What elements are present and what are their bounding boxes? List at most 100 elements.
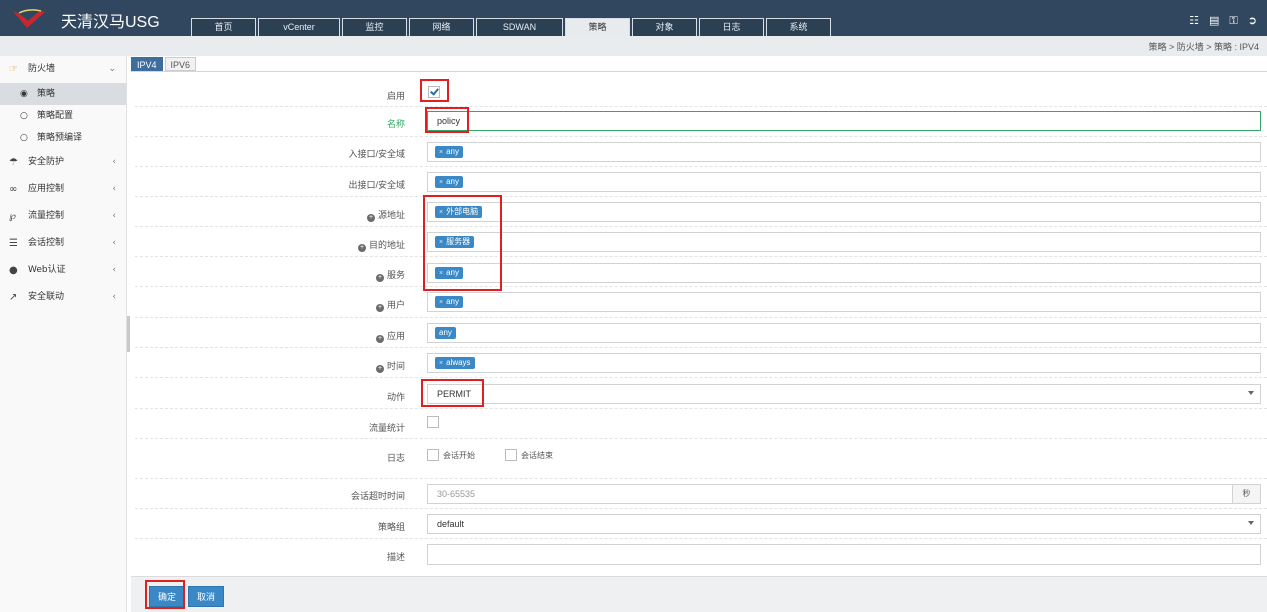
tag-label: always bbox=[446, 358, 471, 367]
sidebar-item-security-linkage[interactable]: ↗ 安全联动 ‹ bbox=[0, 284, 126, 311]
time-tag[interactable]: × always bbox=[435, 357, 475, 369]
tab-divider bbox=[131, 71, 1267, 72]
logout-icon[interactable]: ➲ bbox=[1248, 15, 1257, 27]
src-addr-label-text: 源地址 bbox=[377, 210, 405, 220]
plus-icon[interactable]: + bbox=[357, 244, 366, 252]
sidebar: ☞ 防火墙 ⌄ ◉ 策略 ○ 策略配置 ○ 策略预编译 ☂ 安全防护 ‹ ∞ 应… bbox=[0, 56, 127, 612]
egress-tag[interactable]: × any bbox=[435, 176, 463, 188]
sidebar-item-firewall[interactable]: ☞ 防火墙 ⌄ bbox=[0, 56, 126, 83]
tab-network[interactable]: 网络 bbox=[409, 18, 474, 36]
row-session-timeout: 会话超时时间 30-65535 秒 bbox=[135, 479, 1267, 509]
tab-home[interactable]: 首页 bbox=[191, 18, 256, 36]
main-nav: 首页 vCenter 监控 网络 SDWAN 策略 对象 日志 系统 bbox=[191, 18, 833, 36]
sidebar-subitem-policy[interactable]: ◉ 策略 bbox=[0, 83, 126, 105]
chevron-left-icon: ‹ bbox=[112, 211, 116, 221]
row-enable: 启用 bbox=[135, 78, 1267, 107]
radio-icon: ○ bbox=[20, 111, 28, 121]
user-label: + 用户 bbox=[375, 298, 405, 312]
ingress-label: 入接口/安全域 bbox=[348, 149, 405, 159]
name-input[interactable]: policy bbox=[427, 111, 1261, 131]
save-icon[interactable]: ▤ bbox=[1209, 15, 1219, 27]
row-action: 动作 PERMIT bbox=[135, 378, 1267, 409]
app-label-text: 应用 bbox=[386, 331, 405, 341]
tab-policy[interactable]: 策略 bbox=[565, 18, 630, 36]
plus-icon[interactable]: + bbox=[375, 304, 384, 312]
radio-icon: ○ bbox=[20, 133, 28, 143]
ingress-input[interactable]: × any bbox=[427, 142, 1261, 162]
plus-icon[interactable]: + bbox=[375, 335, 384, 343]
link-icon: ∞ bbox=[9, 184, 18, 195]
dst-addr-input[interactable]: × 服务器 bbox=[427, 232, 1261, 252]
logo-icon bbox=[13, 9, 45, 28]
sidebar-item-security-protection[interactable]: ☂ 安全防护 ‹ bbox=[0, 149, 126, 176]
traffic-stats-checkbox[interactable] bbox=[427, 416, 439, 428]
sliders-icon: ☰ bbox=[9, 238, 18, 249]
user-tag[interactable]: × any bbox=[435, 296, 463, 308]
service-input[interactable]: × any bbox=[427, 263, 1261, 283]
plus-icon[interactable]: + bbox=[366, 214, 375, 222]
tab-objects[interactable]: 对象 bbox=[632, 18, 697, 36]
log-session-start-checkbox[interactable] bbox=[427, 449, 439, 461]
globe-icon: ● bbox=[9, 265, 18, 276]
row-service: + 服务 × any bbox=[135, 257, 1267, 287]
plus-icon[interactable]: + bbox=[375, 365, 384, 373]
sidebar-item-label: 会话控制 bbox=[28, 238, 65, 248]
ip-version-tabs: IPV4 IPV6 bbox=[131, 57, 198, 71]
tab-ipv6[interactable]: IPV6 bbox=[164, 57, 197, 71]
key-icon[interactable]: ⚿ bbox=[1229, 15, 1237, 27]
sidebar-resize-handle[interactable] bbox=[127, 316, 130, 352]
time-input[interactable]: × always bbox=[427, 353, 1261, 373]
session-timeout-input[interactable]: 30-65535 秒 bbox=[427, 484, 1261, 504]
row-dst-addr: + 目的地址 × 服务器 bbox=[135, 227, 1267, 257]
chevron-left-icon: ‹ bbox=[112, 265, 116, 275]
sidebar-item-traffic-control[interactable]: ℘ 流量控制 ‹ bbox=[0, 203, 126, 230]
caret-down-icon bbox=[1248, 391, 1254, 395]
name-label: 名称 bbox=[386, 119, 405, 129]
log-session-end-checkbox[interactable] bbox=[505, 449, 517, 461]
sidebar-subitem-policy-precompile[interactable]: ○ 策略预编译 bbox=[0, 127, 126, 149]
policy-group-select[interactable]: default bbox=[427, 514, 1261, 534]
umbrella-icon: ☂ bbox=[9, 157, 18, 168]
sidebar-item-app-control[interactable]: ∞ 应用控制 ‹ bbox=[0, 176, 126, 203]
session-timeout-label: 会话超时时间 bbox=[350, 491, 405, 501]
highlight-enable bbox=[420, 79, 449, 102]
tab-vcenter[interactable]: vCenter bbox=[258, 18, 340, 36]
src-addr-input[interactable]: × 外部电脑 bbox=[427, 202, 1261, 222]
remove-icon[interactable]: × bbox=[439, 299, 443, 306]
tab-sdwan[interactable]: SDWAN bbox=[476, 18, 563, 36]
remove-icon[interactable]: × bbox=[439, 179, 443, 186]
tab-logs[interactable]: 日志 bbox=[699, 18, 764, 36]
app-tag[interactable]: any bbox=[435, 327, 456, 339]
egress-input[interactable]: × any bbox=[427, 172, 1261, 192]
ingress-tag[interactable]: × any bbox=[435, 146, 463, 158]
tag-label: any bbox=[446, 147, 459, 156]
sidebar-item-label: 应用控制 bbox=[28, 184, 65, 194]
remove-icon[interactable]: × bbox=[439, 149, 443, 156]
log-session-start-label: 会话开始 bbox=[443, 451, 475, 460]
sidebar-item-label: 流量控制 bbox=[28, 211, 65, 221]
plus-icon[interactable]: + bbox=[375, 274, 384, 282]
user-input[interactable]: × any bbox=[427, 292, 1261, 312]
app-input[interactable]: any bbox=[427, 323, 1261, 343]
clipboard-icon[interactable]: ☷ bbox=[1189, 15, 1199, 27]
dst-addr-label-text: 目的地址 bbox=[368, 240, 405, 250]
external-link-icon: ↗ bbox=[9, 292, 18, 303]
app-title: 天清汉马USG bbox=[61, 14, 160, 31]
description-input[interactable] bbox=[427, 544, 1261, 565]
sidebar-item-web-auth[interactable]: ● Web认证 ‹ bbox=[0, 257, 126, 284]
row-time: + 时间 × always bbox=[135, 348, 1267, 378]
sidebar-item-label: 防火墙 bbox=[28, 64, 56, 74]
row-src-addr: + 源地址 × 外部电脑 bbox=[135, 197, 1267, 227]
sidebar-subitem-policy-config[interactable]: ○ 策略配置 bbox=[0, 105, 126, 127]
tab-monitor[interactable]: 监控 bbox=[342, 18, 407, 36]
log-label: 日志 bbox=[386, 453, 405, 463]
sidebar-item-session-control[interactable]: ☰ 会话控制 ‹ bbox=[0, 230, 126, 257]
row-traffic-stats: 流量统计 bbox=[135, 409, 1267, 439]
tab-system[interactable]: 系统 bbox=[766, 18, 831, 36]
remove-icon[interactable]: × bbox=[439, 360, 443, 367]
description-label: 描述 bbox=[386, 552, 405, 562]
top-bar: 天清汉马USG 首页 vCenter 监控 网络 SDWAN 策略 对象 日志 … bbox=[0, 0, 1267, 36]
action-select[interactable]: PERMIT bbox=[427, 384, 1261, 404]
tab-ipv4[interactable]: IPV4 bbox=[131, 57, 163, 71]
cancel-button[interactable]: 取消 bbox=[188, 586, 225, 607]
